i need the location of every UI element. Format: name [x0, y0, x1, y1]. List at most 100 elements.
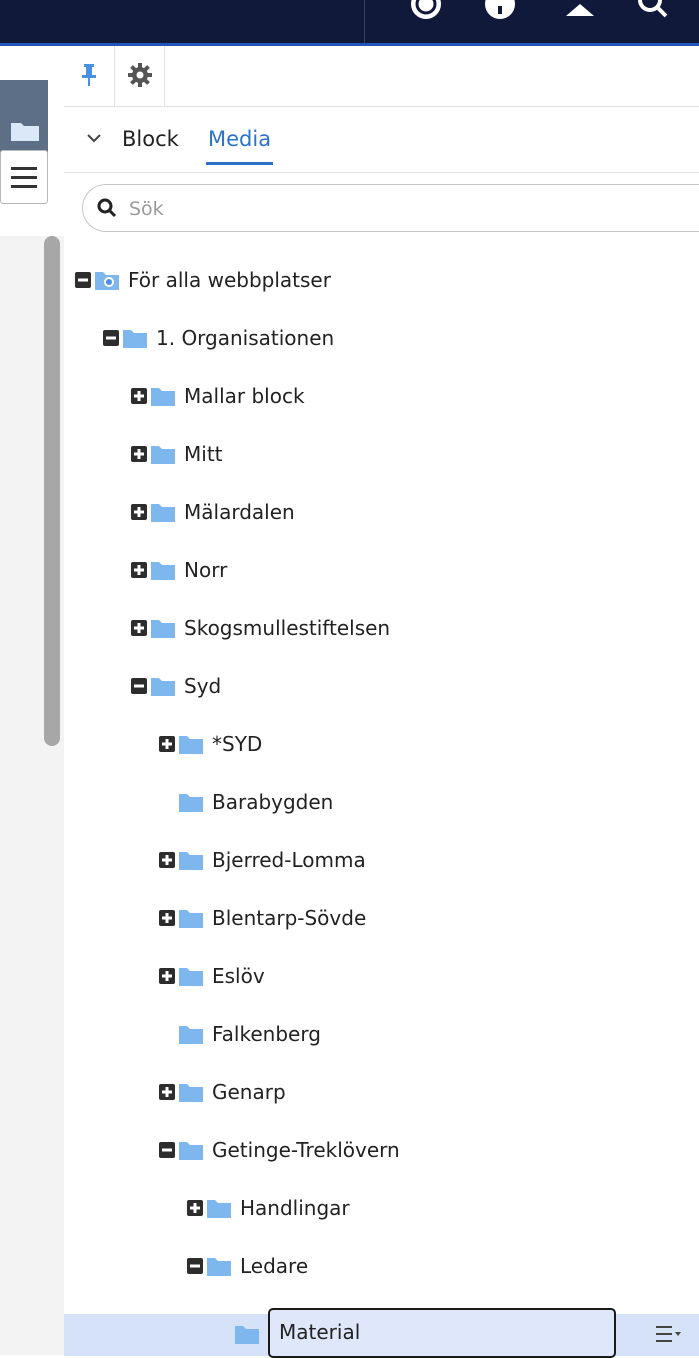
folder-icon	[11, 123, 39, 141]
tree-node-eslov[interactable]: Eslöv	[158, 956, 265, 996]
folder-icon	[206, 1255, 232, 1277]
folder-icon	[234, 1323, 260, 1345]
tree-node-malardalen[interactable]: Mälardalen	[130, 492, 295, 532]
tree-node-label: Falkenberg	[212, 1022, 321, 1046]
pin-button[interactable]	[64, 46, 115, 106]
expand-icon[interactable]	[158, 909, 176, 927]
folder-icon	[150, 443, 176, 465]
folder-icon	[178, 1139, 204, 1161]
tree-node-label: *SYD	[212, 732, 263, 756]
tree-node-norr[interactable]: Norr	[130, 550, 227, 590]
expand-icon[interactable]	[186, 1199, 204, 1217]
globe-icon[interactable]	[408, 0, 444, 22]
folder-icon	[150, 675, 176, 697]
tab-media[interactable]: Media	[206, 124, 274, 165]
tree-node-mallar-block[interactable]: Mallar block	[130, 376, 305, 416]
tree-node-root[interactable]: För alla webbplatser	[74, 260, 331, 300]
panel-toolbar	[64, 46, 699, 107]
folder-icon	[178, 1023, 204, 1045]
hamburger-icon	[11, 167, 37, 188]
tree-node-label: Genarp	[212, 1080, 286, 1104]
tree-node-label: Eslöv	[212, 964, 265, 988]
expand-icon[interactable]	[130, 503, 148, 521]
tree-node-label: Bjerred-Lomma	[212, 848, 366, 872]
tree-node-label: Mälardalen	[184, 500, 295, 524]
gear-icon	[128, 63, 152, 87]
expand-icon[interactable]	[130, 561, 148, 579]
list-view-button[interactable]	[0, 150, 48, 204]
user-icon[interactable]	[562, 0, 598, 22]
tree-node-mitt[interactable]: Mitt	[130, 434, 223, 474]
tree-node-label: Ledare	[240, 1254, 309, 1278]
tree-node-handlingar[interactable]: Handlingar	[186, 1188, 350, 1228]
expand-icon[interactable]	[158, 1083, 176, 1101]
info-icon[interactable]	[482, 0, 518, 22]
expand-icon[interactable]	[130, 445, 148, 463]
context-menu-icon	[656, 1326, 681, 1342]
tree-node-label: Norr	[184, 558, 228, 582]
tree-node-getinge-treklovern[interactable]: Getinge-Treklövern	[158, 1130, 400, 1170]
folder-icon	[150, 385, 176, 407]
tree-node-label: Mallar block	[184, 384, 305, 408]
top-navigation-bar	[0, 0, 699, 46]
tree-node-ledare[interactable]: Ledare	[186, 1246, 308, 1286]
folder-icon	[206, 1197, 232, 1219]
folder-icon	[150, 501, 176, 523]
tree-node-label: För alla webbplatser	[128, 268, 331, 292]
collapse-icon[interactable]	[74, 271, 92, 289]
tree-node-label: Getinge-Treklövern	[212, 1138, 400, 1162]
tree-node-label: Barabygden	[212, 790, 334, 814]
tree-node-syd[interactable]: Syd	[130, 666, 221, 706]
tab-block[interactable]: Block	[122, 124, 179, 162]
search-icon[interactable]	[636, 0, 672, 22]
expand-icon[interactable]	[130, 387, 148, 405]
rename-input-value: Material	[279, 1320, 361, 1344]
collapse-icon[interactable]	[130, 677, 148, 695]
tree-node-material-icon	[232, 1314, 262, 1354]
tree-node-label: 1. Organisationen	[156, 326, 335, 350]
folder-icon	[178, 1081, 204, 1103]
panel-tabs: Block Media	[64, 106, 699, 173]
folder-icon	[178, 791, 204, 813]
folder-icon	[178, 733, 204, 755]
context-menu-button[interactable]	[654, 1322, 682, 1346]
tree-node-blentarp-sovde[interactable]: Blentarp-Sövde	[158, 898, 366, 938]
tree-node-label: Skogsmullestiftelsen	[184, 616, 391, 640]
tree-node-syd-star[interactable]: *SYD	[158, 724, 262, 764]
tree-node-falkenberg[interactable]: Falkenberg	[158, 1014, 321, 1054]
folder-icon	[178, 965, 204, 987]
expand-icon[interactable]	[158, 967, 176, 985]
folder-icon	[150, 617, 176, 639]
folder-icon	[150, 559, 176, 581]
search-icon	[97, 198, 117, 218]
settings-button[interactable]	[114, 46, 165, 106]
rename-input[interactable]: Material	[268, 1308, 616, 1358]
folder-icon	[178, 849, 204, 871]
shared-folder-icon	[94, 269, 120, 291]
scrollbar-thumb[interactable]	[44, 236, 60, 746]
tree-node-label: Syd	[184, 674, 222, 698]
topbar-divider	[364, 0, 365, 46]
tree-node-bjerred-lomma[interactable]: Bjerred-Lomma	[158, 840, 366, 880]
chevron-down-icon[interactable]	[86, 132, 102, 144]
tree-node-label: Handlingar	[240, 1196, 350, 1220]
search-box[interactable]	[82, 184, 699, 232]
pin-icon	[82, 64, 96, 86]
tree-node-label: Mitt	[184, 442, 223, 466]
folder-icon	[178, 907, 204, 929]
search-input[interactable]	[127, 193, 671, 225]
assets-panel: Block Media För alla webbplatser 1. Orga…	[64, 46, 699, 1358]
collapse-icon[interactable]	[158, 1141, 176, 1159]
expand-icon[interactable]	[158, 735, 176, 753]
collapse-icon[interactable]	[186, 1257, 204, 1275]
tree-node-barabygden[interactable]: Barabygden	[158, 782, 333, 822]
folder-icon	[122, 327, 148, 349]
tree-node-label: Blentarp-Sövde	[212, 906, 367, 930]
left-navigation-strip	[0, 46, 65, 1355]
collapse-icon[interactable]	[102, 329, 120, 347]
tree-node-org[interactable]: 1. Organisationen	[102, 318, 334, 358]
expand-icon[interactable]	[130, 619, 148, 637]
expand-icon[interactable]	[158, 851, 176, 869]
tree-node-genarp[interactable]: Genarp	[158, 1072, 286, 1112]
tree-node-skogsmullestiftelsen[interactable]: Skogsmullestiftelsen	[130, 608, 390, 648]
